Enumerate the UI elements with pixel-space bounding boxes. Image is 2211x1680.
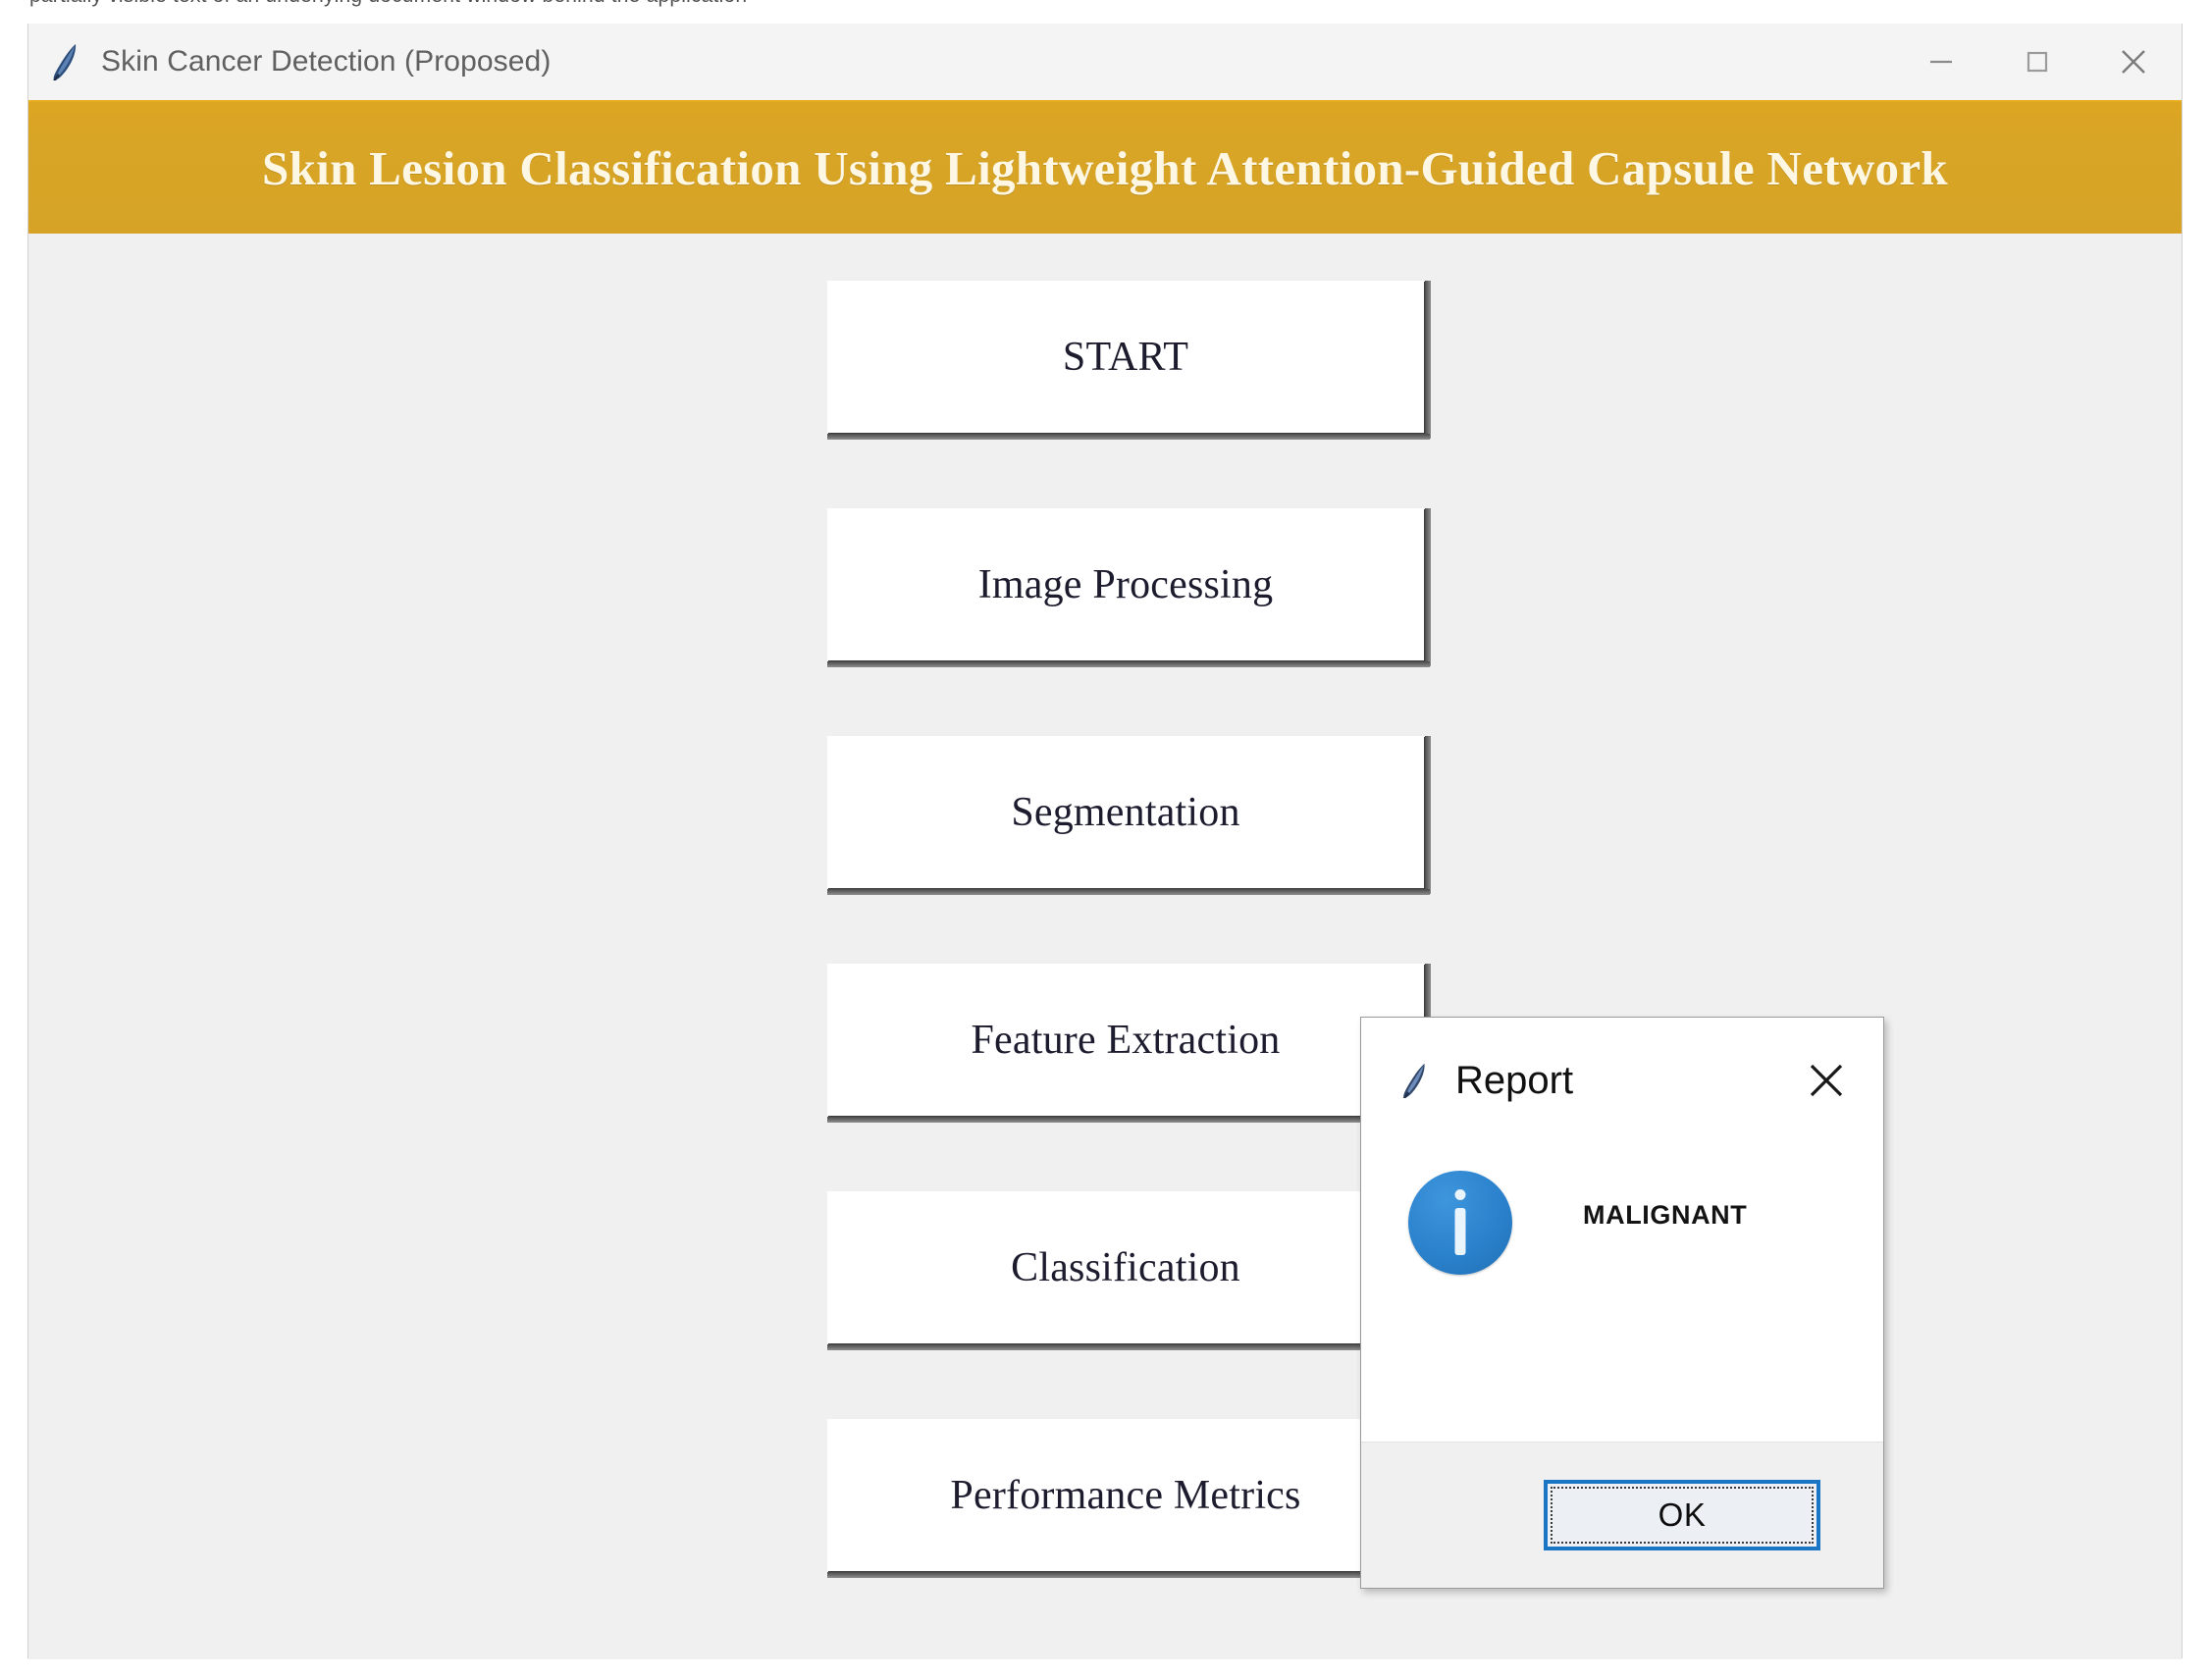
feather-icon [1396,1060,1434,1101]
application-window: Skin Cancer Detection (Proposed) Skin Le… [27,24,2183,1659]
start-button[interactable]: START [827,281,1431,440]
classification-button[interactable]: Classification [827,1191,1431,1350]
dialog-footer: OK [1361,1442,1883,1588]
action-button-column: START Image Processing Segmentation Feat… [827,281,1431,1647]
minimize-button[interactable] [1893,24,1989,100]
dialog-close-button[interactable] [1797,1051,1856,1110]
maximize-button[interactable] [1989,24,2085,100]
feature-extraction-button[interactable]: Feature Extraction [827,964,1431,1123]
image-processing-button-label: Image Processing [977,561,1274,607]
banner-title: Skin Lesion Classification Using Lightwe… [262,140,1948,195]
close-button[interactable] [2085,24,2182,100]
background-window-sliver: partially visible text of an underlying … [0,0,2211,24]
background-window-text: partially visible text of an underlying … [29,0,747,8]
content-area: START Image Processing Segmentation Feat… [28,234,2182,1659]
feature-extraction-button-label: Feature Extraction [971,1017,1281,1063]
performance-metrics-button[interactable]: Performance Metrics [827,1419,1431,1578]
close-icon [2122,50,2145,74]
ok-button-label: OK [1658,1496,1707,1533]
image-processing-button[interactable]: Image Processing [827,508,1431,667]
window-controls [1893,24,2182,100]
info-circle-icon [1408,1171,1512,1275]
close-icon [1810,1064,1843,1097]
feather-icon [46,40,85,83]
report-dialog: Report MALIGNANT OK [1360,1017,1884,1589]
classification-button-label: Classification [1011,1244,1240,1290]
minimize-icon [1930,60,1952,64]
start-button-label: START [1062,334,1189,380]
dialog-message: MALIGNANT [1583,1200,1748,1230]
dialog-body: MALIGNANT [1361,1143,1883,1442]
banner: Skin Lesion Classification Using Lightwe… [28,100,2182,234]
dialog-title-bar: Report [1361,1018,1883,1143]
ok-button[interactable]: OK [1544,1480,1820,1550]
window-title: Skin Cancer Detection (Proposed) [101,45,552,78]
maximize-icon [2027,51,2048,73]
performance-metrics-button-label: Performance Metrics [950,1472,1301,1518]
segmentation-button-label: Segmentation [1011,789,1240,835]
dialog-title: Report [1455,1058,1574,1102]
title-bar: Skin Cancer Detection (Proposed) [28,24,2182,100]
segmentation-button[interactable]: Segmentation [827,736,1431,895]
